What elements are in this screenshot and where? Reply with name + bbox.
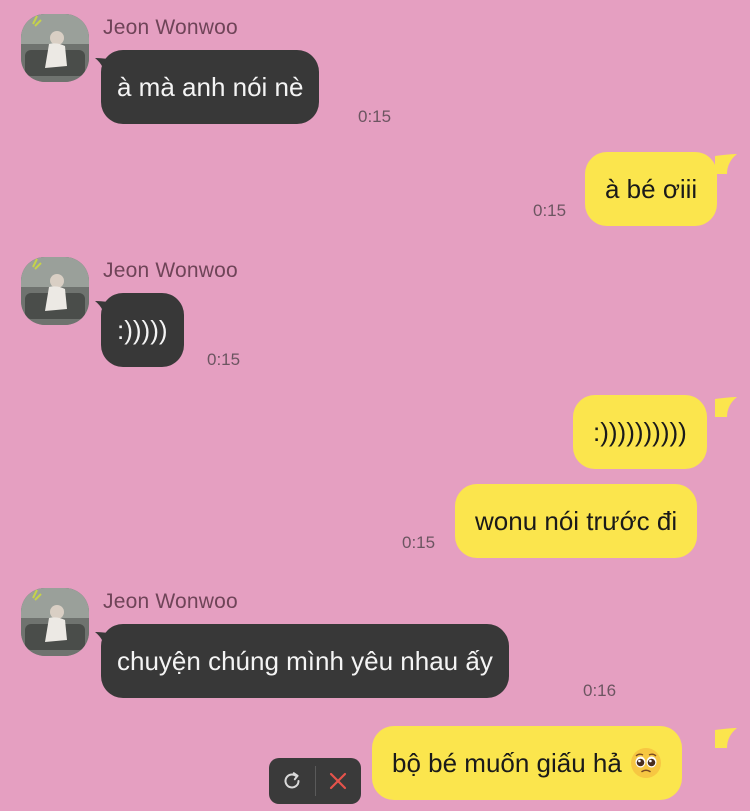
sender-name: Jeon Wonwoo [103,259,238,282]
sender-avatar[interactable] [21,257,89,325]
incoming-message[interactable]: :))))) [101,293,184,367]
incoming-message[interactable]: à mà anh nói nè [101,50,320,124]
failed-message-actions [269,758,361,804]
retry-button[interactable] [269,758,315,804]
message-time: 0:15 [207,350,241,369]
outgoing-message[interactable]: wonu nói trước đi [455,484,698,558]
sender-avatar[interactable] [21,14,89,82]
avatar-photo [21,257,89,325]
pleading-face-emoji [630,747,662,779]
message-time: 0:15 [358,107,392,126]
bubble-tail [715,397,737,417]
bubble-tail [715,154,737,174]
refresh-icon [284,772,300,789]
delete-button[interactable] [315,758,361,804]
outgoing-message[interactable]: bộ bé muốn giấu hả [372,726,682,800]
message-time: 0:15 [533,201,567,220]
close-icon [330,772,347,790]
message-text: bộ bé muốn giấu hả [392,748,622,778]
sender-name: Jeon Wonwoo [103,590,238,613]
message-time: 0:15 [402,533,436,552]
avatar-photo [21,588,89,656]
sender-avatar[interactable] [21,588,89,656]
bubble-tail [715,728,737,748]
incoming-message[interactable]: chuyện chúng mình yêu nhau ấy [101,624,509,698]
sender-name: Jeon Wonwoo [103,16,238,39]
outgoing-message[interactable]: à bé ơiii [585,152,718,226]
avatar-photo [21,14,89,82]
message-time: 0:16 [583,681,617,700]
outgoing-message[interactable]: :)))))))))) [573,395,707,469]
